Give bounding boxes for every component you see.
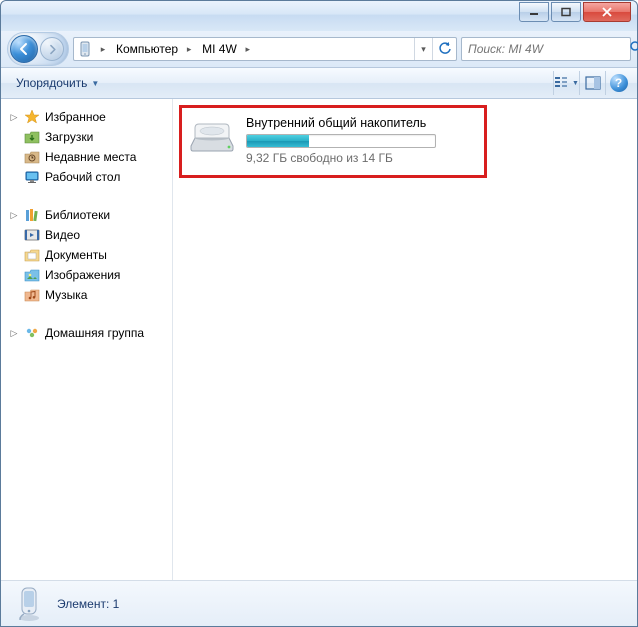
annotation-highlight: Внутренний общий накопитель 9,32 ГБ своб… [179,105,487,178]
homegroup-label: Домашняя группа [45,326,144,340]
forward-button[interactable] [40,37,64,61]
breadcrumb-arrow-2[interactable]: ▸ [241,38,255,60]
address-bar[interactable]: ▸ Компьютер ▸ MI 4W ▸ ▾ [73,37,457,61]
sidebar-item-label: Видео [45,228,80,242]
documents-icon [23,247,41,263]
drive-item[interactable]: Внутренний общий накопитель 9,32 ГБ своб… [188,114,474,165]
sidebar-item-label: Документы [45,248,107,262]
sidebar-item-pictures[interactable]: Изображения [1,265,172,285]
close-button[interactable] [583,2,631,22]
pictures-icon [23,267,41,283]
expand-icon[interactable]: ▷ [9,210,19,221]
sidebar-item-documents[interactable]: Документы [1,245,172,265]
drive-info: Внутренний общий накопитель 9,32 ГБ своб… [246,114,474,165]
desktop-icon [23,169,41,185]
content-pane[interactable]: Внутренний общий накопитель 9,32 ГБ своб… [173,99,637,580]
organize-button[interactable]: Упорядочить ▼ [7,71,108,95]
breadcrumb-device[interactable]: MI 4W [196,38,241,60]
nav-buttons [7,32,69,66]
search-icon [629,40,638,59]
sidebar-item-label: Изображения [45,268,120,282]
refresh-button[interactable] [432,38,456,60]
sidebar-item-label: Загрузки [45,130,93,144]
explorer-window: ▸ Компьютер ▸ MI 4W ▸ ▾ Упорядочить ▼ ▼ [0,0,638,627]
sidebar-homegroup[interactable]: ▷ Домашняя группа [1,323,172,343]
sidebar-item-label: Недавние места [45,150,136,164]
libraries-icon [23,207,41,223]
drive-capacity-bar [246,134,436,148]
video-icon [23,227,41,243]
downloads-icon [23,129,41,145]
status-text: Элемент: 1 [57,597,119,611]
address-history-dropdown[interactable]: ▾ [414,38,432,60]
breadcrumb-arrow-1[interactable]: ▸ [182,38,196,60]
maximize-button[interactable] [551,2,581,22]
libraries-label: Библиотеки [45,208,110,222]
breadcrumb-computer[interactable]: Компьютер [110,38,182,60]
minimize-button[interactable] [519,2,549,22]
star-icon [23,109,41,125]
music-icon [23,287,41,303]
preview-pane-button[interactable] [579,71,605,95]
organize-label: Упорядочить [16,76,87,90]
drive-status: 9,32 ГБ свободно из 14 ГБ [246,151,474,165]
sidebar-item-recent[interactable]: Недавние места [1,147,172,167]
titlebar [1,1,637,31]
navigation-pane: ▷ Избранное Загрузки Недавние [1,99,173,580]
sidebar-libraries[interactable]: ▷ Библиотеки [1,205,172,225]
toolbar: Упорядочить ▼ ▼ ? [1,67,637,99]
drive-name: Внутренний общий накопитель [246,116,474,130]
body: ▷ Избранное Загрузки Недавние [1,99,637,580]
sidebar-item-desktop[interactable]: Рабочий стол [1,167,172,187]
search-box[interactable] [461,37,631,61]
sidebar-item-music[interactable]: Музыка [1,285,172,305]
chevron-down-icon: ▼ [91,79,99,88]
navbar: ▸ Компьютер ▸ MI 4W ▸ ▾ [1,31,637,67]
device-icon [74,41,96,57]
help-button[interactable]: ? [605,71,631,95]
expand-icon[interactable]: ▷ [9,112,19,123]
sidebar-item-label: Рабочий стол [45,170,120,184]
recent-places-icon [23,149,41,165]
sidebar-favorites[interactable]: ▷ Избранное [1,107,172,127]
view-options-button[interactable]: ▼ [553,71,579,95]
sidebar-item-downloads[interactable]: Загрузки [1,127,172,147]
sidebar-item-video[interactable]: Видео [1,225,172,245]
back-button[interactable] [10,35,38,63]
help-icon: ? [610,74,628,92]
status-bar: Элемент: 1 [1,580,637,626]
sidebar-item-label: Музыка [45,288,87,302]
breadcrumb-root-arrow[interactable]: ▸ [96,38,110,60]
drive-capacity-fill [247,135,309,147]
device-icon [11,586,47,622]
drive-icon [188,114,236,154]
window-controls [519,2,631,22]
expand-icon[interactable]: ▷ [9,328,19,339]
search-input[interactable] [468,42,625,56]
favorites-label: Избранное [45,110,106,124]
homegroup-icon [23,325,41,341]
